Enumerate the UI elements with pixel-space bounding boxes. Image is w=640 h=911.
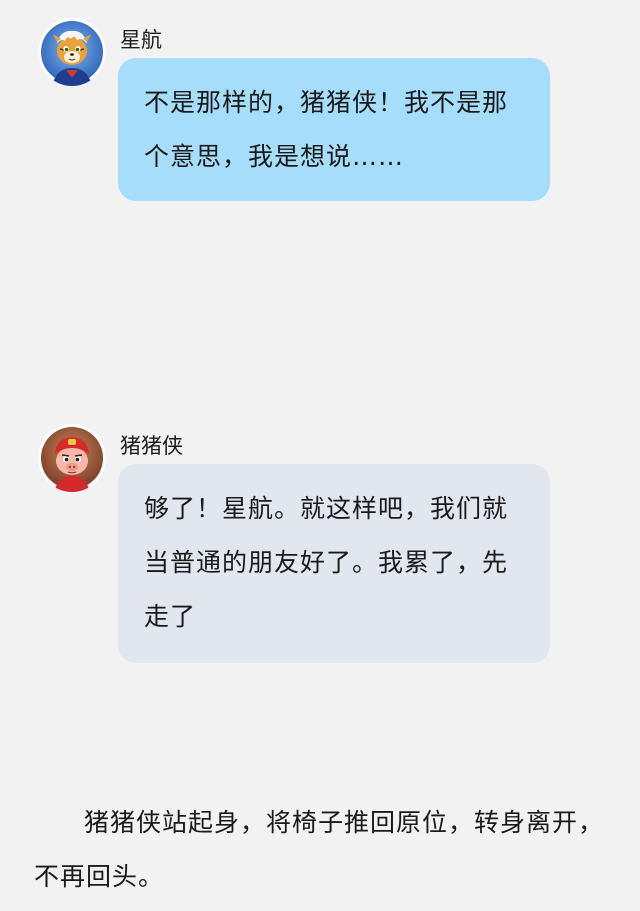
chat-message-xinghang: 星航 不是那样的，猪猪侠！我不是那个意思，我是想说……	[38, 18, 558, 208]
pig-hero-character-avatar-icon[interactable]	[38, 424, 106, 492]
narration-text: 猪猪侠站起身，将椅子推回原位，转身离开，不再回头。	[34, 808, 605, 891]
chat-bubble[interactable]: 不是那样的，猪猪侠！我不是那个意思，我是想说……	[118, 58, 550, 201]
sender-name: 猪猪侠	[120, 434, 183, 458]
tiger-character-avatar-icon[interactable]	[38, 18, 106, 86]
chat-bubble[interactable]: 够了！星航。就这样吧，我们就当普通的朋友好了。我累了，先走了	[118, 464, 550, 663]
sender-name: 星航	[120, 28, 162, 52]
chat-message-zhuzhuxia: 猪猪侠 够了！星航。就这样吧，我们就当普通的朋友好了。我累了，先走了	[38, 424, 558, 674]
